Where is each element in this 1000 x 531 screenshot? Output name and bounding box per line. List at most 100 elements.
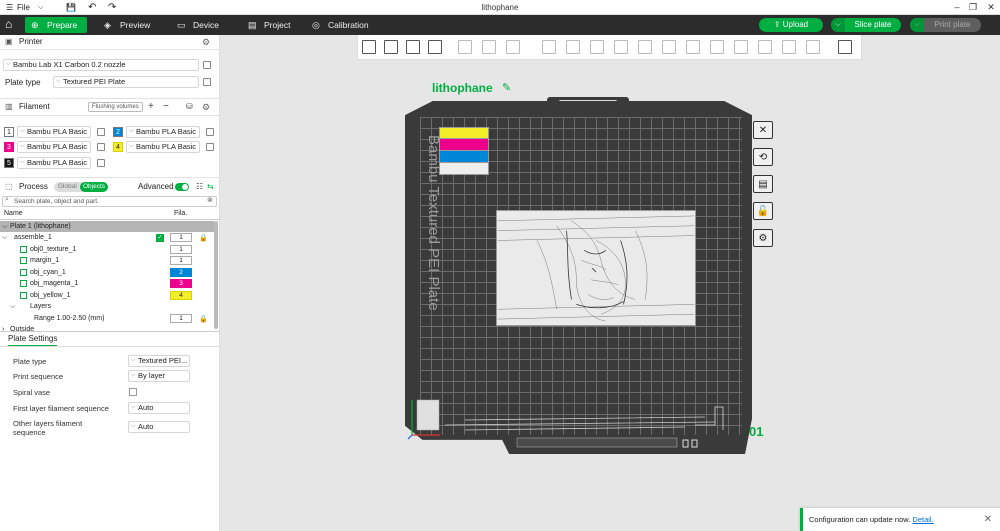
edit-icon[interactable]	[97, 143, 105, 151]
filament-select[interactable]: Bambu PLA Basic	[126, 141, 200, 153]
lay-on-face-icon[interactable]	[614, 40, 628, 54]
chevron-right-icon[interactable]: ›	[2, 324, 4, 335]
arrange-icon[interactable]	[428, 40, 442, 54]
filament-select[interactable]: Bambu PLA Basic	[17, 157, 91, 169]
close-icon[interactable]: ✕	[984, 508, 992, 531]
edit-icon[interactable]	[203, 61, 211, 69]
tree-scrollbar[interactable]	[214, 221, 218, 329]
flushing-volumes-button[interactable]: Flushing volumes	[88, 102, 143, 112]
filament-select[interactable]: Bambu PLA Basic	[126, 126, 200, 138]
filament-select[interactable]: Bambu PLA Basic	[17, 126, 91, 138]
support-paint-icon[interactable]	[758, 40, 772, 54]
chevron-down-icon[interactable]: ⌵	[831, 18, 845, 32]
tab-project[interactable]: ▤ Project	[242, 17, 298, 33]
lithophane-object[interactable]	[496, 210, 696, 326]
tree-row[interactable]: ⌵ Layers	[0, 301, 212, 313]
auto-orient-icon[interactable]	[406, 40, 420, 54]
variable-layer-icon[interactable]	[506, 40, 520, 54]
split-parts-icon[interactable]	[482, 40, 496, 54]
advanced-toggle[interactable]	[175, 183, 189, 191]
global-option[interactable]: Global	[58, 180, 77, 194]
edit-icon[interactable]	[206, 128, 214, 136]
add-object-icon[interactable]	[362, 40, 376, 54]
edit-icon[interactable]	[206, 143, 214, 151]
gear-icon[interactable]: ⚙	[202, 35, 210, 49]
tab-preview[interactable]: ◈ Preview	[98, 17, 158, 33]
check-icon[interactable]: ✓	[156, 234, 164, 242]
filament-cell[interactable]: 1	[170, 233, 192, 242]
print-plate-button[interactable]: ⌵ Print plate	[910, 18, 981, 32]
minimize-icon[interactable]: –	[950, 1, 964, 13]
auto-orient-icon[interactable]: ⟲	[753, 148, 773, 166]
close-icon[interactable]: ✕	[753, 121, 773, 139]
gear-icon[interactable]: ⚙	[202, 100, 210, 114]
text-icon[interactable]	[734, 40, 748, 54]
tree-row[interactable]: obj0_texture_1 1	[0, 244, 212, 256]
filament-cell[interactable]: 2	[170, 267, 192, 277]
lock-icon[interactable]: 🔓	[753, 202, 773, 220]
tab-device[interactable]: ▭ Device	[171, 17, 227, 33]
color-paint-icon[interactable]	[806, 40, 820, 54]
assemble-icon[interactable]	[710, 40, 724, 54]
arrange-icon[interactable]: ▤	[753, 175, 773, 193]
first-layer-sequence-select[interactable]: Auto	[128, 402, 190, 414]
objects-option[interactable]: Objects	[80, 182, 109, 192]
cut-icon[interactable]	[638, 40, 652, 54]
lock-icon[interactable]: 🔒	[199, 233, 208, 244]
detail-link[interactable]: Detail.	[912, 515, 933, 524]
split-objects-icon[interactable]	[458, 40, 472, 54]
tab-calibration[interactable]: ◎ Calibration	[306, 17, 377, 33]
tree-row[interactable]: margin_1 1	[0, 255, 212, 267]
filament-cell[interactable]: 1	[170, 244, 192, 254]
filament-cell[interactable]: 3	[170, 279, 192, 288]
remove-icon[interactable]: −	[163, 100, 169, 114]
spiral-vase-checkbox[interactable]	[129, 388, 137, 396]
plate-type-select[interactable]: Textured PEI Plate	[53, 76, 199, 88]
seam-paint-icon[interactable]	[782, 40, 796, 54]
measure-icon[interactable]	[686, 40, 700, 54]
print-sequence-select[interactable]: By layer	[128, 370, 190, 382]
tree-row[interactable]: ⌵ assemble_1 ✓ 1 🔒	[0, 232, 212, 244]
edit-icon[interactable]	[97, 159, 105, 167]
view-icon[interactable]	[838, 40, 852, 54]
plate-type-select[interactable]: Textured PEI...	[128, 355, 190, 367]
add-plate-icon[interactable]	[384, 40, 398, 54]
boolean-icon[interactable]	[662, 40, 676, 54]
other-layers-sequence-select[interactable]: Auto	[128, 421, 190, 433]
edit-icon[interactable]	[97, 128, 105, 136]
tree-row[interactable]: obj_yellow_1 4	[0, 290, 212, 302]
clear-icon[interactable]: ⊗	[207, 196, 213, 204]
slice-plate-button[interactable]: ⌵ Slice plate	[831, 18, 901, 32]
chevron-down-icon[interactable]: ⌵	[2, 232, 7, 243]
upload-button[interactable]: ⇪ Upload	[759, 18, 823, 32]
compare-icon[interactable]: ⇆	[207, 180, 214, 194]
scale-icon[interactable]	[590, 40, 604, 54]
tab-prepare[interactable]: ⊕ Prepare	[25, 17, 87, 33]
edit-icon[interactable]	[203, 78, 211, 86]
search-input[interactable]: Search plate, object and part.	[14, 198, 99, 205]
plate-name[interactable]: lithophane	[432, 81, 493, 95]
filament-select[interactable]: Bambu PLA Basic	[17, 141, 91, 153]
tree-row[interactable]: obj_cyan_1 2	[0, 267, 212, 279]
tree-plate-row[interactable]: ⌵ Plate 1 (lithophane)	[0, 221, 214, 232]
gear-icon[interactable]: ⚙	[753, 229, 773, 247]
color-swatch-object[interactable]	[439, 127, 489, 177]
move-icon[interactable]	[542, 40, 556, 54]
close-icon[interactable]: ✕	[984, 1, 998, 13]
filament-cell[interactable]: 1	[170, 313, 192, 323]
restore-icon[interactable]: ❐	[966, 1, 980, 13]
tree-row[interactable]: obj_magenta_1 3	[0, 278, 212, 290]
chevron-down-icon[interactable]: ⌵	[2, 221, 7, 232]
chevron-down-icon[interactable]: ⌵	[10, 301, 15, 312]
search-box[interactable]: ⌕ Search plate, object and part. ⊗	[2, 196, 217, 207]
lock-icon[interactable]: 🔒	[199, 314, 208, 325]
filament-cell[interactable]: 1	[170, 256, 192, 265]
rotate-icon[interactable]	[566, 40, 580, 54]
add-icon[interactable]: +	[148, 100, 154, 114]
tree-row[interactable]: Range 1.00-2.50 (mm) 1 🔒	[0, 313, 212, 325]
printer-select[interactable]: Bambu Lab X1 Carbon 0.2 nozzle	[3, 59, 199, 71]
filament-cell[interactable]: 4	[170, 290, 192, 300]
home-icon[interactable]: ⌂	[5, 17, 12, 31]
sync-icon[interactable]: ⛁	[186, 100, 193, 114]
edit-icon[interactable]: ✎	[502, 81, 511, 94]
